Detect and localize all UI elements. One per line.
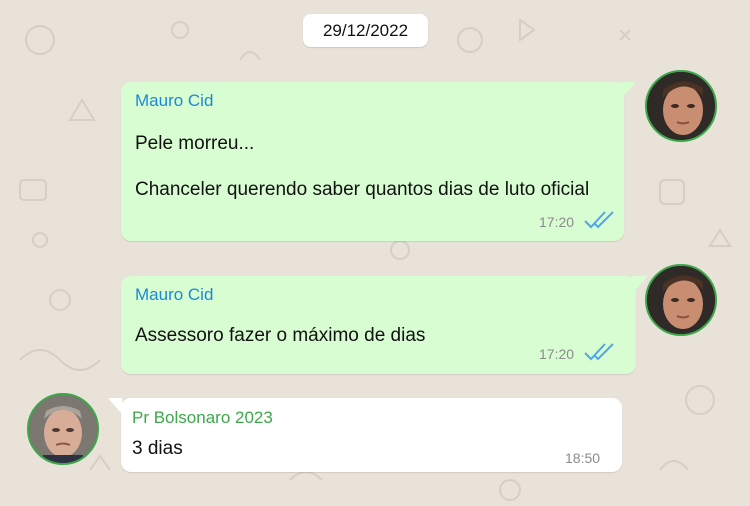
message-text-line: Chanceler querendo saber quantos dias de…: [135, 179, 590, 200]
message-text-line: 3 dias: [132, 438, 183, 459]
bubble-tail: [620, 82, 636, 100]
person-portrait-icon: [647, 72, 715, 140]
read-double-tick-icon: [584, 343, 614, 361]
avatar-mauro-cid[interactable]: [645, 264, 717, 336]
message-text-line: Pele morreu...: [135, 133, 255, 154]
avatar-mauro-cid[interactable]: [645, 70, 717, 142]
message-timestamp: 18:50: [565, 450, 601, 466]
message-text-line: Assessoro fazer o máximo de dias: [135, 325, 426, 346]
message-timestamp: 17:20: [539, 214, 575, 230]
sender-name: Mauro Cid: [135, 285, 214, 304]
date-separator: 29/12/2022: [303, 14, 428, 47]
bubble-tail: [108, 398, 122, 414]
sender-name: Pr Bolsonaro 2023: [132, 408, 273, 427]
avatar-bolsonaro[interactable]: [27, 393, 99, 465]
sender-name: Mauro Cid: [135, 91, 214, 110]
read-double-tick-icon: [584, 211, 614, 229]
date-label: 29/12/2022: [322, 20, 409, 40]
person-portrait-icon: [647, 266, 715, 334]
message-timestamp: 17:20: [539, 346, 575, 362]
person-portrait-icon: [29, 395, 97, 463]
